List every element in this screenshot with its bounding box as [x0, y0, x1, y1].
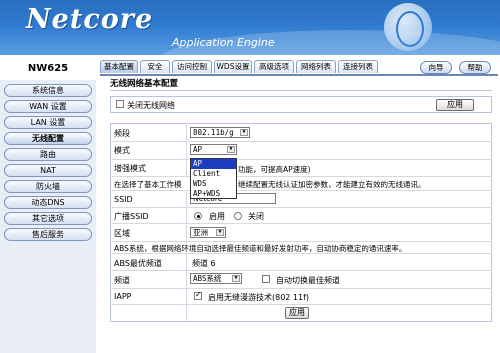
- mode-option-ap[interactable]: AP: [191, 159, 236, 169]
- row-divider: [110, 241, 492, 242]
- row-divider: [110, 176, 492, 177]
- tab-wds[interactable]: WDS设置: [214, 60, 252, 73]
- column-divider: [186, 253, 187, 321]
- sidebar-item-wan[interactable]: WAN 设置: [4, 100, 92, 113]
- wizard-button[interactable]: 向导: [420, 61, 452, 74]
- page-title: 无线网络基本配置: [110, 79, 179, 89]
- row-divider: [110, 304, 492, 305]
- row-divider: [110, 270, 492, 271]
- mode-option-wds[interactable]: WDS: [191, 179, 236, 189]
- row-divider: [110, 190, 492, 191]
- chevron-down-icon: ▼: [216, 229, 224, 236]
- sidebar-item-system-info[interactable]: 系统信息: [4, 84, 92, 97]
- row-divider: [110, 223, 492, 224]
- region-select-value: 亚洲: [193, 228, 208, 237]
- chevron-down-icon: ▼: [227, 146, 235, 153]
- column-divider: [186, 190, 187, 244]
- apply-button-top[interactable]: 应用: [436, 99, 474, 111]
- column-divider: [186, 123, 187, 177]
- sidebar-item-lan[interactable]: LAN 设置: [4, 116, 92, 129]
- row-divider: [110, 141, 492, 142]
- mode-option-ap-wds[interactable]: AP+WDS: [191, 189, 236, 199]
- broadcast-off-radio[interactable]: [234, 212, 242, 220]
- enhanced-mode-note: 功能，可提高AP速度): [238, 165, 311, 174]
- globe-icon: [384, 3, 432, 51]
- abs-best-channel-value: 频道 6: [192, 259, 216, 268]
- auto-switch-checkbox[interactable]: [262, 275, 270, 283]
- band-label: 频段: [114, 129, 130, 138]
- notice-text-continued: 继续配置无线认证加密参数，才能建立有效的无线通讯。: [238, 180, 426, 189]
- help-button[interactable]: 帮助: [459, 61, 491, 74]
- broadcast-ssid-label: 广播SSID: [114, 212, 149, 221]
- title-divider: [110, 90, 492, 91]
- apply-button-bottom[interactable]: 应用: [285, 307, 309, 319]
- row-divider: [110, 159, 492, 160]
- row-divider: [110, 288, 492, 289]
- abs-best-channel-label: ABS最优频道: [114, 259, 162, 268]
- iapp-checkbox[interactable]: [194, 290, 202, 300]
- header-subtitle: Application Engine: [172, 36, 275, 49]
- region-label: 区域: [114, 229, 130, 238]
- mode-label: 模式: [114, 146, 130, 155]
- brand-logo: Netcore: [26, 4, 154, 35]
- disable-wireless-checkbox[interactable]: [116, 100, 124, 108]
- notice-text: 在选择了基本工作模: [114, 180, 182, 189]
- broadcast-off-label: 关闭: [248, 212, 264, 221]
- sidebar-item-nat[interactable]: NAT: [4, 164, 92, 177]
- channel-select[interactable]: ABS系统 ▼: [190, 273, 242, 284]
- sidebar-item-wireless[interactable]: 无线配置: [4, 132, 92, 145]
- row-divider: [110, 207, 492, 208]
- header-banner: Netcore Application Engine: [0, 0, 500, 55]
- sidebar-item-support[interactable]: 售后服务: [4, 228, 92, 241]
- device-model: NW625: [27, 63, 69, 74]
- band-select[interactable]: 802.11b/g ▼: [190, 127, 250, 138]
- ssid-label: SSID: [114, 195, 133, 204]
- tab-access-control[interactable]: 访问控制: [172, 60, 212, 73]
- disable-wireless-label: 关闭无线网络: [127, 101, 175, 110]
- sidebar: 系统信息 WAN 设置 LAN 设置 无线配置 路由 NAT 防火墙 动态DNS…: [0, 80, 96, 353]
- chevron-down-icon: ▼: [240, 129, 248, 136]
- band-select-value: 802.11b/g: [193, 128, 234, 137]
- tab-connection-list[interactable]: 连接列表: [338, 60, 378, 73]
- channel-label: 频道: [114, 276, 130, 285]
- tab-security[interactable]: 安全: [140, 60, 170, 73]
- iapp-text: 启用无缝漫游技术(802 11f): [208, 293, 310, 302]
- sidebar-item-firewall[interactable]: 防火墙: [4, 180, 92, 193]
- enhanced-mode-label: 增强模式: [114, 164, 146, 173]
- sidebar-item-routing[interactable]: 路由: [4, 148, 92, 161]
- broadcast-on-radio[interactable]: [194, 212, 202, 220]
- channel-select-value: ABS系统: [193, 274, 222, 283]
- sidebar-item-ddns[interactable]: 动态DNS: [4, 196, 92, 209]
- mode-option-client[interactable]: Client: [191, 169, 236, 179]
- mode-select-value: AP: [193, 145, 203, 154]
- abs-description: ABS系统，根据网络环境自动选择最佳频道和最好发射功率，自动协商稳定的通讯速率。: [114, 244, 407, 253]
- mode-dropdown-list[interactable]: AP Client WDS AP+WDS: [190, 158, 237, 199]
- tab-basic[interactable]: 基本配置: [100, 60, 138, 73]
- chevron-down-icon: ▼: [232, 275, 240, 282]
- auto-switch-label: 自动切换最佳频道: [276, 276, 340, 285]
- mode-select[interactable]: AP ▼: [190, 144, 237, 155]
- iapp-label: IAPP: [114, 292, 132, 301]
- region-select[interactable]: 亚洲 ▼: [190, 227, 226, 238]
- tab-advanced[interactable]: 高级选项: [254, 60, 294, 73]
- broadcast-on-label: 启用: [209, 212, 225, 221]
- sidebar-item-other[interactable]: 其它选项: [4, 212, 92, 225]
- tab-network-list[interactable]: 网络列表: [296, 60, 336, 73]
